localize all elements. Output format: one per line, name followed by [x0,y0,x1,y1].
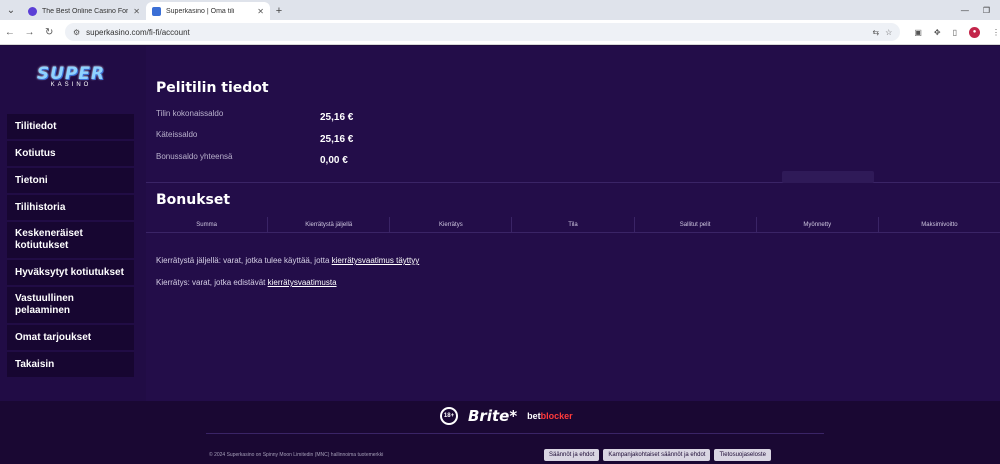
column-header: Kierrätys [390,217,513,232]
total-balance-value: 25,16 € [320,112,354,123]
new-tab-icon[interactable]: + [270,2,288,20]
brite-logo[interactable]: Brite* [468,407,517,425]
translate-icon[interactable]: ⇆ [872,28,879,37]
terms-link[interactable]: Säännöt ja ehdot [544,449,600,461]
footer-divider [206,433,824,434]
betblocker-a: bet [527,411,541,421]
browser-toolbar: ← → ↻ ⚙ superkasino.com/fi-fi/account ⇆ … [0,20,1000,45]
sidepanel-icon[interactable]: ▯ [953,28,957,37]
tab-title: The Best Online Casino Forum [42,7,129,15]
address-bar[interactable]: ⚙ superkasino.com/fi-fi/account ⇆ ☆ [64,23,901,41]
column-header: Summa [146,217,269,232]
page-footer: 18+ Brite* betblocker © 2024 Superkasino… [0,401,1000,464]
sidebar-item-tilitiedot[interactable]: Tilitiedot [7,114,134,139]
total-balance-label: Tilin kokonaissaldo [156,109,224,118]
age-18-icon: 18+ [440,407,458,425]
sidebar-item-responsible-gaming[interactable]: Vastuullinen pelaaminen [7,287,134,323]
wagering-note: Kierrätys: varat, jotka edistävät kierrä… [156,278,337,287]
hidden-button[interactable] [782,171,874,183]
profile-avatar-icon[interactable]: ● [969,26,981,38]
wagering-requirement-link[interactable]: kierrätysvaatimusta [268,278,337,287]
account-main: Pelitilin tiedot Tilin kokonaissaldo 25,… [146,46,1000,401]
close-tab-icon[interactable]: ✕ [133,7,140,16]
menu-dots-icon[interactable]: ⋮ [992,28,1000,37]
restore-icon[interactable]: ❐ [983,6,990,15]
tab-title: Superkasino | Oma tili [166,7,235,15]
casino-page: SUPER KASINO Tilitiedot Kotiutus Tietoni… [0,46,1000,464]
footer-links: Säännöt ja ehdot Kampanjakohtaiset säänn… [544,449,771,461]
column-header: Sallitut pelit [635,217,757,232]
bonus-title: Bonukset [156,192,231,208]
close-tab-icon[interactable]: ✕ [257,7,264,16]
sidebar-item-back[interactable]: Takaisin [7,352,134,377]
bookmark-star-icon[interactable]: ☆ [885,28,892,37]
column-header: Tila [512,217,635,232]
note-text: Kierrätystä jäljellä: varat, jotka tulee… [156,256,332,265]
campaign-terms-link[interactable]: Kampanjakohtaiset säännöt ja ehdot [603,449,711,461]
wagering-remaining-note: Kierrätystä jäljellä: varat, jotka tulee… [156,256,419,265]
cash-balance-label: Käteissaldo [156,130,198,139]
sidebar-item-my-offers[interactable]: Omat tarjoukset [7,325,134,350]
account-sidebar: Tilitiedot Kotiutus Tietoni Tilihistoria… [7,114,134,379]
privacy-link[interactable]: Tietosuojaseloste [714,449,771,461]
sidebar-item-kotiutus[interactable]: Kotiutus [7,141,134,166]
bonus-balance-label: Bonussaldo yhteensä [156,152,233,161]
url-text: superkasino.com/fi-fi/account [86,27,190,37]
minimize-icon[interactable]: — [961,6,969,15]
betblocker-logo[interactable]: betblocker [527,411,573,421]
page-favicon-icon [152,6,161,16]
column-header: Kierrätystä jäljellä [268,217,391,232]
puzzle-icon[interactable]: ✥ [934,28,941,37]
site-info-icon[interactable]: ⚙ [73,28,80,37]
sidebar-item-pending-withdrawals[interactable]: Keskeneräiset kotiutukset [7,222,134,258]
extensions-area: ▣ ✥ ▯ ● ⋮ [914,26,1000,38]
sidebar-item-approved-withdrawals[interactable]: Hyväksytyt kotiutukset [7,260,134,285]
bonus-table-header: Summa Kierrätystä jäljellä Kierrätys Til… [146,217,1000,233]
sidebar-item-tietoni[interactable]: Tietoni [7,168,134,193]
footer-badges: 18+ Brite* betblocker [440,407,573,425]
betblocker-b: blocker [540,411,573,421]
superkasino-logo[interactable]: SUPER KASINO [36,64,106,94]
browser-tab-superkasino[interactable]: Superkasino | Oma tili ✕ [146,2,270,20]
wagering-requirement-link[interactable]: kierrätysvaatimus täyttyy [332,256,420,265]
forward-icon[interactable]: → [20,27,40,38]
browser-tab-forum[interactable]: The Best Online Casino Forum ✕ [22,2,146,20]
tab-search-icon[interactable]: ⌄ [0,0,22,20]
account-title: Pelitilin tiedot [156,80,269,96]
bonus-balance-value: 0,00 € [320,155,348,166]
browser-tab-bar: ⌄ The Best Online Casino Forum ✕ Superka… [0,0,1000,20]
window-controls: — ❐ [961,0,1000,20]
logo-text: SUPER [36,64,106,84]
column-header: Myönnetty [757,217,879,232]
note-text: Kierrätys: varat, jotka edistävät [156,278,268,287]
cash-balance-value: 25,16 € [320,134,354,145]
sidebar-item-tilihistoria[interactable]: Tilihistoria [7,195,134,220]
column-header: Maksimivoitto [921,221,958,228]
reload-icon[interactable]: ↻ [39,27,59,38]
forum-favicon-icon [28,6,37,16]
extension-icon[interactable]: ▣ [914,28,922,37]
copyright-text: © 2024 Superkasino on Spinny Moon Limite… [209,452,384,458]
back-icon[interactable]: ← [0,27,20,38]
